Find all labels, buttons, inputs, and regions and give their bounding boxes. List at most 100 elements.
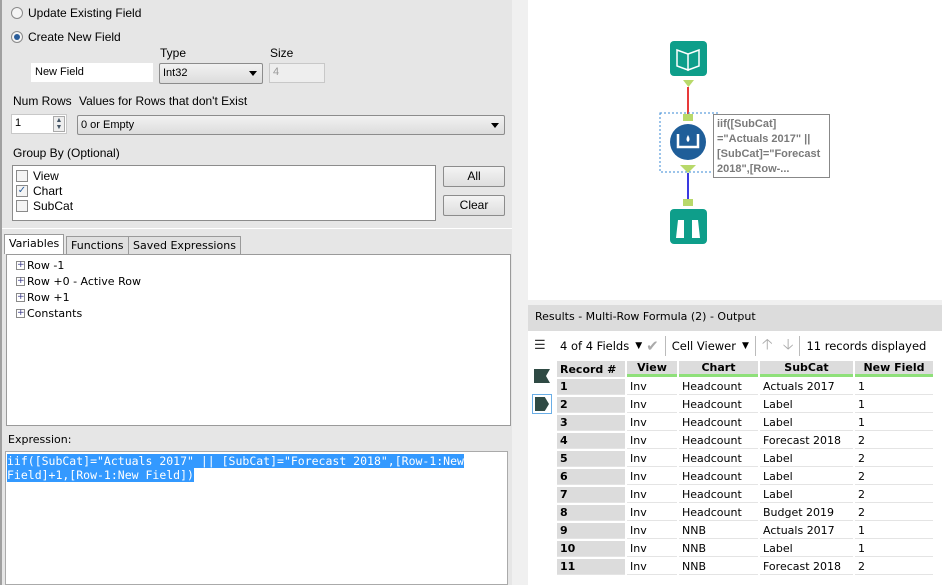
cell-chart[interactable]: Headcount <box>679 487 758 503</box>
group-by-item-chart[interactable]: ✓ Chart <box>16 183 432 198</box>
expand-icon[interactable]: + <box>16 292 25 302</box>
values-select[interactable]: 0 or Empty <box>77 115 505 135</box>
size-input[interactable]: 4 <box>269 63 325 83</box>
table-row[interactable]: 9 Inv NNB Actuals 2017 1 <box>557 523 933 539</box>
cell-subcat[interactable]: Label <box>760 415 853 431</box>
tree-item-constants[interactable]: + Constants <box>16 305 501 321</box>
checkmark-icon[interactable]: ✔ <box>646 337 659 355</box>
input-tool-icon[interactable] <box>670 41 707 76</box>
cell-record[interactable]: 10 <box>557 541 625 557</box>
cell-record[interactable]: 5 <box>557 451 625 467</box>
new-field-name-input[interactable]: New Field <box>31 63 153 82</box>
cell-view[interactable]: Inv <box>627 523 677 539</box>
cell-chart[interactable]: Headcount <box>679 505 758 521</box>
cell-view[interactable]: Inv <box>627 415 677 431</box>
cell-viewer-selector[interactable]: Cell Viewer <box>672 339 736 353</box>
workflow-canvas[interactable]: iif([SubCat] ="Actuals 2017" || [SubCat]… <box>528 0 942 300</box>
cell-new-field[interactable]: 1 <box>855 379 933 395</box>
cell-record[interactable]: 2 <box>557 397 625 413</box>
col-record[interactable]: Record # <box>557 361 625 377</box>
cell-record[interactable]: 1 <box>557 379 625 395</box>
cell-chart[interactable]: Headcount <box>679 451 758 467</box>
create-new-radio[interactable] <box>11 31 23 43</box>
cell-view[interactable]: Inv <box>627 379 677 395</box>
cell-new-field[interactable]: 2 <box>855 433 933 449</box>
checkbox[interactable] <box>16 169 28 182</box>
cell-new-field[interactable]: 1 <box>855 415 933 431</box>
table-row[interactable]: 11 Inv NNB Forecast 2018 2 <box>557 559 933 575</box>
update-existing-radio[interactable] <box>11 7 23 19</box>
cell-subcat[interactable]: Label <box>760 451 853 467</box>
expand-icon[interactable]: + <box>16 276 25 286</box>
tab-variables[interactable]: Variables <box>4 234 65 254</box>
metadata-icon[interactable] <box>534 369 550 383</box>
cell-chart[interactable]: Headcount <box>679 433 758 449</box>
cell-subcat[interactable]: Label <box>760 487 853 503</box>
col-view[interactable]: View <box>627 361 677 377</box>
arrow-up-icon[interactable]: 🡡 <box>762 334 773 359</box>
cell-new-field[interactable]: 2 <box>855 487 933 503</box>
cell-chart[interactable]: Headcount <box>679 397 758 413</box>
table-row[interactable]: 10 Inv NNB Label 1 <box>557 541 933 557</box>
table-row[interactable]: 7 Inv Headcount Label 2 <box>557 487 933 503</box>
cell-new-field[interactable]: 2 <box>855 451 933 467</box>
cell-subcat[interactable]: Actuals 2017 <box>760 523 853 539</box>
checkbox-checked[interactable]: ✓ <box>16 184 28 197</box>
cell-record[interactable]: 4 <box>557 433 625 449</box>
all-button[interactable]: All <box>443 166 505 187</box>
cell-record[interactable]: 11 <box>557 559 625 575</box>
cell-record[interactable]: 8 <box>557 505 625 521</box>
cell-view[interactable]: Inv <box>627 541 677 557</box>
cell-subcat[interactable]: Budget 2019 <box>760 505 853 521</box>
chevron-down-icon[interactable]: ▼ <box>742 341 749 351</box>
table-row[interactable]: 6 Inv Headcount Label 2 <box>557 469 933 485</box>
data-view-button[interactable] <box>532 394 552 414</box>
cell-new-field[interactable]: 2 <box>855 559 933 575</box>
arrow-down-icon[interactable]: 🡣 <box>783 334 794 359</box>
cell-new-field[interactable]: 2 <box>855 505 933 521</box>
cell-record[interactable]: 6 <box>557 469 625 485</box>
cell-chart[interactable]: NNB <box>679 523 758 539</box>
cell-subcat[interactable]: Forecast 2018 <box>760 433 853 449</box>
spinner-arrows-icon[interactable]: ▲ ▼ <box>53 116 65 132</box>
expression-editor[interactable]: iif([SubCat]="Actuals 2017" || [SubCat]=… <box>5 451 508 585</box>
col-new-field[interactable]: New Field <box>855 361 933 377</box>
tree-item-row-minus-1[interactable]: + Row -1 <box>16 257 501 273</box>
browse-tool-icon[interactable] <box>670 209 707 244</box>
cell-chart[interactable]: Headcount <box>679 379 758 395</box>
table-row[interactable]: 4 Inv Headcount Forecast 2018 2 <box>557 433 933 449</box>
group-by-item-subcat[interactable]: SubCat <box>16 198 432 213</box>
cell-view[interactable]: Inv <box>627 559 677 575</box>
cell-new-field[interactable]: 2 <box>855 469 933 485</box>
cell-subcat[interactable]: Label <box>760 397 853 413</box>
group-by-item-view[interactable]: View <box>16 168 432 183</box>
cell-view[interactable]: Inv <box>627 397 677 413</box>
tree-item-row-active[interactable]: + Row +0 - Active Row <box>16 273 501 289</box>
table-row[interactable]: 3 Inv Headcount Label 1 <box>557 415 933 431</box>
cell-view[interactable]: Inv <box>627 487 677 503</box>
tab-functions[interactable]: Functions <box>66 236 129 254</box>
cell-chart[interactable]: NNB <box>679 559 758 575</box>
col-chart[interactable]: Chart <box>679 361 758 377</box>
expand-icon[interactable]: + <box>16 308 25 318</box>
list-view-icon[interactable]: ☰ <box>534 338 550 351</box>
cell-subcat[interactable]: Actuals 2017 <box>760 379 853 395</box>
num-rows-stepper[interactable]: 1 ▲ ▼ <box>11 114 67 134</box>
cell-new-field[interactable]: 1 <box>855 523 933 539</box>
cell-subcat[interactable]: Label <box>760 541 853 557</box>
panel-splitter[interactable] <box>512 0 528 585</box>
cell-record[interactable]: 7 <box>557 487 625 503</box>
multi-row-formula-icon[interactable] <box>670 124 706 160</box>
type-select[interactable]: Int32 <box>159 63 263 84</box>
expand-icon[interactable]: + <box>16 260 25 270</box>
clear-button[interactable]: Clear <box>443 195 505 216</box>
cell-subcat[interactable]: Label <box>760 469 853 485</box>
tree-item-row-plus-1[interactable]: + Row +1 <box>16 289 501 305</box>
cell-view[interactable]: Inv <box>627 505 677 521</box>
tab-saved-expressions[interactable]: Saved Expressions <box>128 236 241 254</box>
checkbox[interactable] <box>16 199 28 212</box>
cell-record[interactable]: 9 <box>557 523 625 539</box>
table-row[interactable]: 8 Inv Headcount Budget 2019 2 <box>557 505 933 521</box>
cell-new-field[interactable]: 1 <box>855 541 933 557</box>
cell-chart[interactable]: Headcount <box>679 469 758 485</box>
